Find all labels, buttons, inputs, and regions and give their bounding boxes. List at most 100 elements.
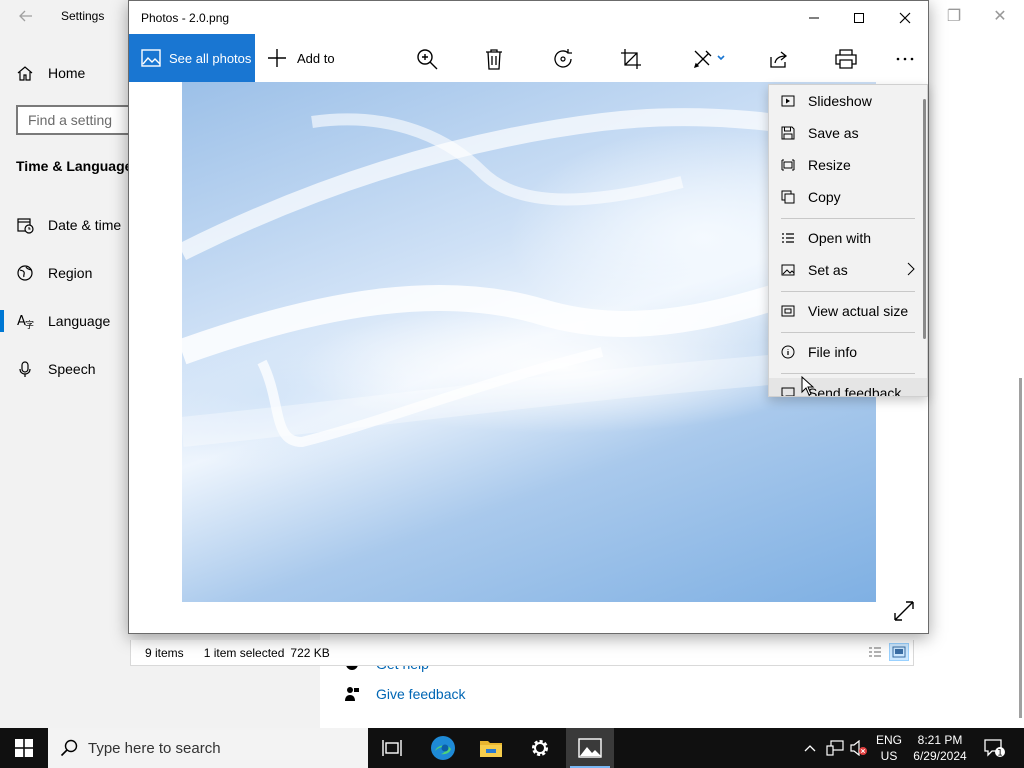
share-button[interactable] (765, 46, 791, 72)
menu-separator (781, 291, 915, 292)
explorer-status-bar: 9 items 1 item selected 722 KB (130, 640, 914, 666)
notification-icon: 1 (984, 739, 1005, 759)
set-as-icon (781, 264, 795, 276)
plus-icon (268, 49, 286, 67)
file-explorer-taskbar-button[interactable] (467, 728, 515, 768)
settings-taskbar-button[interactable] (516, 728, 564, 768)
print-button[interactable] (833, 46, 859, 72)
edit-draw-button[interactable] (690, 46, 730, 72)
maximize-button[interactable] (836, 1, 882, 34)
delete-button[interactable] (481, 46, 507, 72)
more-dots-icon (896, 57, 914, 61)
menu-item-label: Save as (808, 125, 859, 141)
volume-button[interactable] (848, 728, 870, 768)
windows-logo-icon (15, 739, 33, 757)
trash-icon (486, 49, 502, 70)
more-options-button[interactable] (892, 46, 918, 72)
menu-item-file-info[interactable]: File info (769, 337, 927, 367)
menu-scrollbar[interactable] (923, 99, 926, 339)
resize-icon (781, 159, 795, 171)
close-button[interactable] (882, 1, 928, 34)
see-all-photos-label: See all photos (169, 50, 252, 66)
show-hidden-icons-button[interactable] (800, 728, 820, 768)
microphone-icon (19, 361, 31, 377)
see-all-photos-button[interactable]: See all photos (129, 34, 255, 82)
menu-item-label: Resize (808, 157, 851, 173)
settings-title: Settings (61, 9, 105, 23)
menu-item-save-as[interactable]: Save as (769, 118, 927, 148)
clock[interactable]: 8:21 PM 6/29/2024 (908, 732, 972, 764)
mouse-cursor-icon (801, 376, 815, 396)
task-view-button[interactable] (368, 728, 416, 768)
svg-text:字: 字 (25, 319, 34, 330)
menu-item-label: File info (808, 344, 858, 360)
menu-item-label: Slideshow (808, 93, 872, 109)
details-view-button[interactable] (865, 643, 885, 661)
home-nav-item[interactable]: Home (16, 62, 85, 84)
menu-item-label: Copy (808, 189, 841, 205)
language-region: US (880, 749, 898, 763)
notification-count: 1 (997, 749, 1003, 759)
photos-taskbar-button[interactable] (566, 728, 614, 768)
zoom-button[interactable] (414, 46, 440, 72)
chevron-up-icon (804, 745, 816, 752)
crop-icon (621, 49, 641, 69)
settings-close-button[interactable]: ✕ (988, 6, 1012, 26)
zoom-in-icon (417, 49, 438, 70)
minimize-icon (809, 17, 819, 18)
menu-item-set-as[interactable]: Set as (769, 255, 927, 285)
menu-item-view-actual-size[interactable]: View actual size (769, 296, 927, 326)
taskbar: Type here to search ENG US 8:21 PM 6/29/… (0, 728, 1024, 768)
large-icons-view-button[interactable] (889, 643, 909, 661)
nav-label: Speech (48, 361, 96, 377)
maximize-icon (854, 12, 864, 23)
clock-date: 6/29/2024 (913, 749, 967, 763)
back-arrow-icon[interactable] (16, 6, 36, 26)
save-icon (781, 126, 795, 140)
chevron-right-icon (907, 262, 915, 276)
menu-item-open-with[interactable]: Open with (769, 223, 927, 253)
clock-time: 8:21 PM (917, 733, 963, 747)
home-label: Home (48, 65, 86, 81)
rotate-button[interactable] (550, 46, 576, 72)
start-button[interactable] (0, 728, 48, 768)
settings-restore-button[interactable]: ❐ (942, 6, 966, 26)
photos-title-bar[interactable]: Photos - 2.0.png (129, 1, 928, 34)
task-view-icon (382, 740, 402, 756)
settings-scrollbar[interactable] (1019, 378, 1022, 718)
rotate-icon (554, 49, 572, 68)
network-button[interactable] (823, 728, 847, 768)
info-icon (781, 345, 795, 359)
menu-item-resize[interactable]: Resize (769, 150, 927, 180)
input-language-indicator[interactable]: ENG US (874, 732, 904, 764)
actual-size-icon (781, 305, 795, 317)
selection-info: 1 item selected (203, 645, 285, 660)
menu-separator (781, 332, 915, 333)
taskbar-search-placeholder: Type here to search (88, 739, 221, 757)
edge-taskbar-button[interactable] (419, 728, 467, 768)
copy-icon (781, 190, 795, 204)
home-icon (17, 66, 33, 81)
taskbar-search-box[interactable]: Type here to search (48, 728, 368, 768)
action-center-button[interactable]: 1 (980, 728, 1010, 768)
folder-icon (480, 741, 502, 757)
menu-item-copy[interactable]: Copy (769, 182, 927, 212)
share-icon (770, 51, 788, 68)
date-time-icon (17, 218, 34, 234)
photos-toolbar: See all photos Add to (129, 34, 928, 82)
crop-button[interactable] (618, 46, 644, 72)
expand-icon[interactable] (893, 600, 915, 622)
language-icon: A字 (17, 314, 34, 330)
open-with-icon (782, 233, 794, 243)
gear-icon (532, 740, 548, 756)
menu-item-label: Send feedback (808, 385, 902, 397)
photos-app-icon (141, 49, 161, 67)
search-icon (60, 739, 78, 757)
add-to-button[interactable]: Add to (267, 34, 335, 82)
menu-item-send-feedback[interactable]: Send feedback (769, 378, 927, 397)
menu-item-label: Set as (808, 262, 848, 278)
menu-item-slideshow[interactable]: Slideshow (769, 86, 927, 116)
minimize-button[interactable] (791, 1, 837, 34)
give-feedback-link[interactable]: Give feedback (344, 686, 466, 702)
slideshow-icon (781, 95, 795, 107)
